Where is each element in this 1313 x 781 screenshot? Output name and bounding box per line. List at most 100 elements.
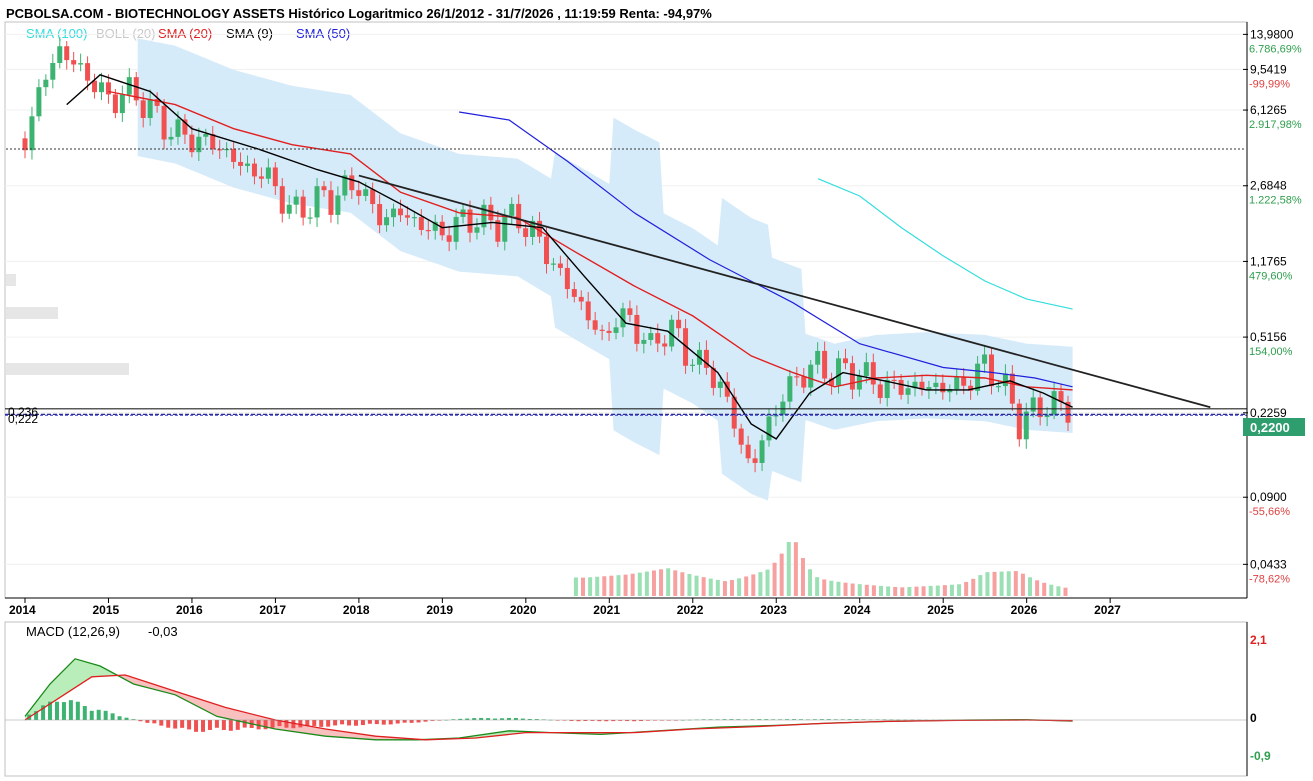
macd-bar-21: [173, 720, 178, 729]
candle-body-20: [161, 105, 167, 140]
candle-body-47: [349, 175, 355, 191]
year-label-12: 2026: [1011, 603, 1038, 617]
macd-bar-4: [54, 701, 59, 720]
candle-body-21: [168, 136, 174, 140]
volume-bar-3: [595, 576, 600, 596]
candle-body-138: [982, 354, 988, 364]
macd-bar-69: [506, 717, 511, 720]
candle-body-117: [836, 358, 842, 386]
volume-bar-38: [843, 582, 848, 596]
macd-bar-55: [409, 720, 414, 723]
volume-bar-6: [616, 575, 621, 596]
volume-bar-49: [921, 586, 926, 596]
candle-body-25: [196, 136, 202, 153]
volume-bar-43: [879, 585, 884, 596]
volume-bar-59: [992, 571, 997, 596]
candle-body-41: [307, 217, 313, 219]
left-placeholder-2: [6, 307, 58, 319]
volume-bar-69: [1063, 587, 1068, 596]
candle-body-50: [370, 189, 376, 205]
candle-body-11: [98, 82, 104, 93]
volume-bar-58: [985, 572, 990, 596]
price-label-8: 0,0433: [1250, 557, 1287, 571]
candle-body-88: [634, 314, 640, 344]
candle-body-123: [877, 384, 883, 398]
candle-body-90: [648, 333, 654, 340]
volume-bar-39: [850, 583, 855, 596]
price-pct-1: -99,99%: [1249, 78, 1290, 90]
last-price-text: 0,2200: [1250, 420, 1290, 435]
candle-body-121: [863, 362, 869, 376]
macd-bar-70: [513, 717, 518, 720]
macd-bar-40: [305, 720, 310, 726]
macd-bar-31: [242, 720, 247, 728]
macd-bar-28: [221, 720, 226, 730]
candle-body-140: [995, 386, 1001, 388]
macd-bar-46: [347, 720, 352, 726]
candle-body-87: [627, 308, 633, 315]
volume-bar-45: [893, 586, 898, 596]
volume-bar-10: [644, 571, 649, 596]
macd-axis-label-0: 2,1: [1250, 633, 1267, 647]
macd-bar-47: [353, 720, 358, 726]
volume-bar-15: [680, 572, 685, 596]
candle-body-70: [509, 203, 515, 216]
macd-bar-53: [395, 720, 400, 724]
candle-body-131: [933, 382, 939, 388]
candle-body-22: [175, 119, 181, 137]
candle-body-38: [286, 204, 292, 214]
macd-value: -0,03: [148, 624, 178, 639]
candle-body-100: [717, 381, 723, 388]
legend-item-4: SMA (50): [296, 26, 350, 41]
macd-bar-5: [61, 702, 66, 720]
candle-body-139: [988, 354, 994, 387]
volume-bar-29: [779, 553, 784, 596]
macd-bar-44: [333, 720, 338, 726]
chart-canvas: PCBOLSA.COM - BIOTECHNOLOGY ASSETS Histó…: [4, 6, 1305, 777]
candle-body-105: [752, 458, 758, 463]
macd-fill-positive: [25, 658, 1047, 740]
volume-bar-0: [573, 577, 578, 596]
candle-body-77: [557, 263, 563, 268]
year-label-2: 2016: [176, 603, 203, 617]
legend-item-3: SMA (9): [226, 26, 273, 41]
volume-bar-63: [1020, 573, 1025, 596]
candle-body-132: [940, 382, 946, 393]
macd-bar-56: [416, 720, 421, 723]
volume-bar-11: [651, 570, 656, 596]
volume-bar-60: [999, 571, 1004, 596]
candle-body-13: [112, 94, 118, 114]
volume-bar-25: [751, 574, 756, 596]
candle-body-94: [676, 319, 682, 329]
volume-bar-44: [886, 586, 891, 596]
volume-bar-22: [730, 580, 735, 596]
volume-bar-51: [935, 585, 940, 596]
candle-body-1: [29, 116, 35, 151]
candle-body-42: [314, 186, 320, 218]
macd-fill-negative: [118, 675, 1071, 740]
candle-body-80: [578, 296, 584, 302]
macd-bar-29: [228, 720, 233, 731]
volume-bar-28: [772, 562, 777, 596]
candle-body-104: [745, 444, 751, 459]
candle-body-115: [822, 350, 828, 379]
candle-body-103: [738, 428, 744, 445]
volume-bar-17: [694, 575, 699, 596]
left-label-1: 0,222: [8, 412, 38, 426]
macd-bar-17: [145, 720, 150, 723]
candle-body-32: [245, 163, 251, 166]
price-axis: 13,9800 6.786,69% 9,5419 -99,99% 6,1265 2.917…: [1243, 22, 1302, 598]
candle-body-112: [801, 376, 807, 388]
candle-body-35: [265, 167, 271, 179]
year-label-9: 2023: [760, 603, 787, 617]
candle-body-30: [231, 148, 237, 162]
macd-axis-label-2: -0,9: [1250, 749, 1271, 763]
year-label-3: 2017: [259, 603, 286, 617]
candle-body-62: [453, 216, 459, 242]
macd-bar-9: [89, 710, 94, 720]
price-label-0: 13,9800: [1250, 27, 1294, 41]
volume-bar-13: [666, 568, 671, 596]
candle-body-82: [592, 320, 598, 330]
macd-bar-41: [312, 720, 317, 726]
price-label-2: 6,1265: [1250, 103, 1287, 117]
